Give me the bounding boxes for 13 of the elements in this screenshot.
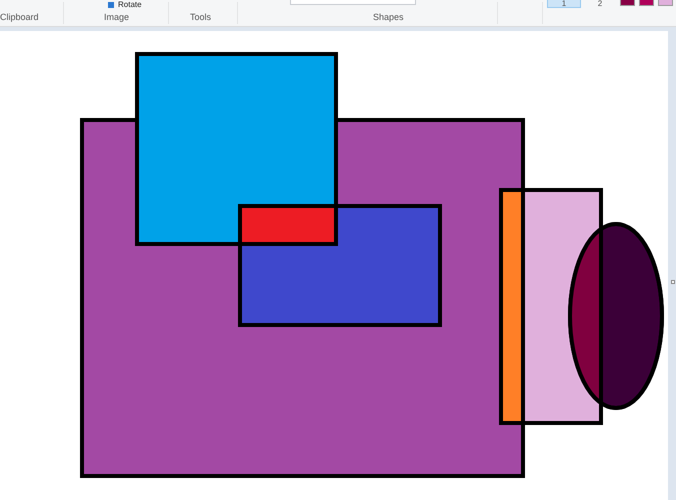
size-option[interactable]: 2 <box>583 0 617 8</box>
size-option[interactable]: 1 <box>547 0 581 8</box>
resize-handle[interactable] <box>671 280 675 284</box>
color-swatch[interactable] <box>639 0 654 6</box>
rotate-icon <box>108 2 114 8</box>
rotate-button[interactable]: Rotate <box>108 0 142 9</box>
color-swatch[interactable] <box>658 0 673 6</box>
group-label: Tools <box>190 11 212 23</box>
group-label: Image <box>104 11 130 23</box>
color-swatch[interactable] <box>620 0 635 6</box>
group-label: Shapes <box>373 11 404 23</box>
shapes-gallery[interactable] <box>290 0 416 5</box>
group-label: Clipboard <box>0 11 39 23</box>
